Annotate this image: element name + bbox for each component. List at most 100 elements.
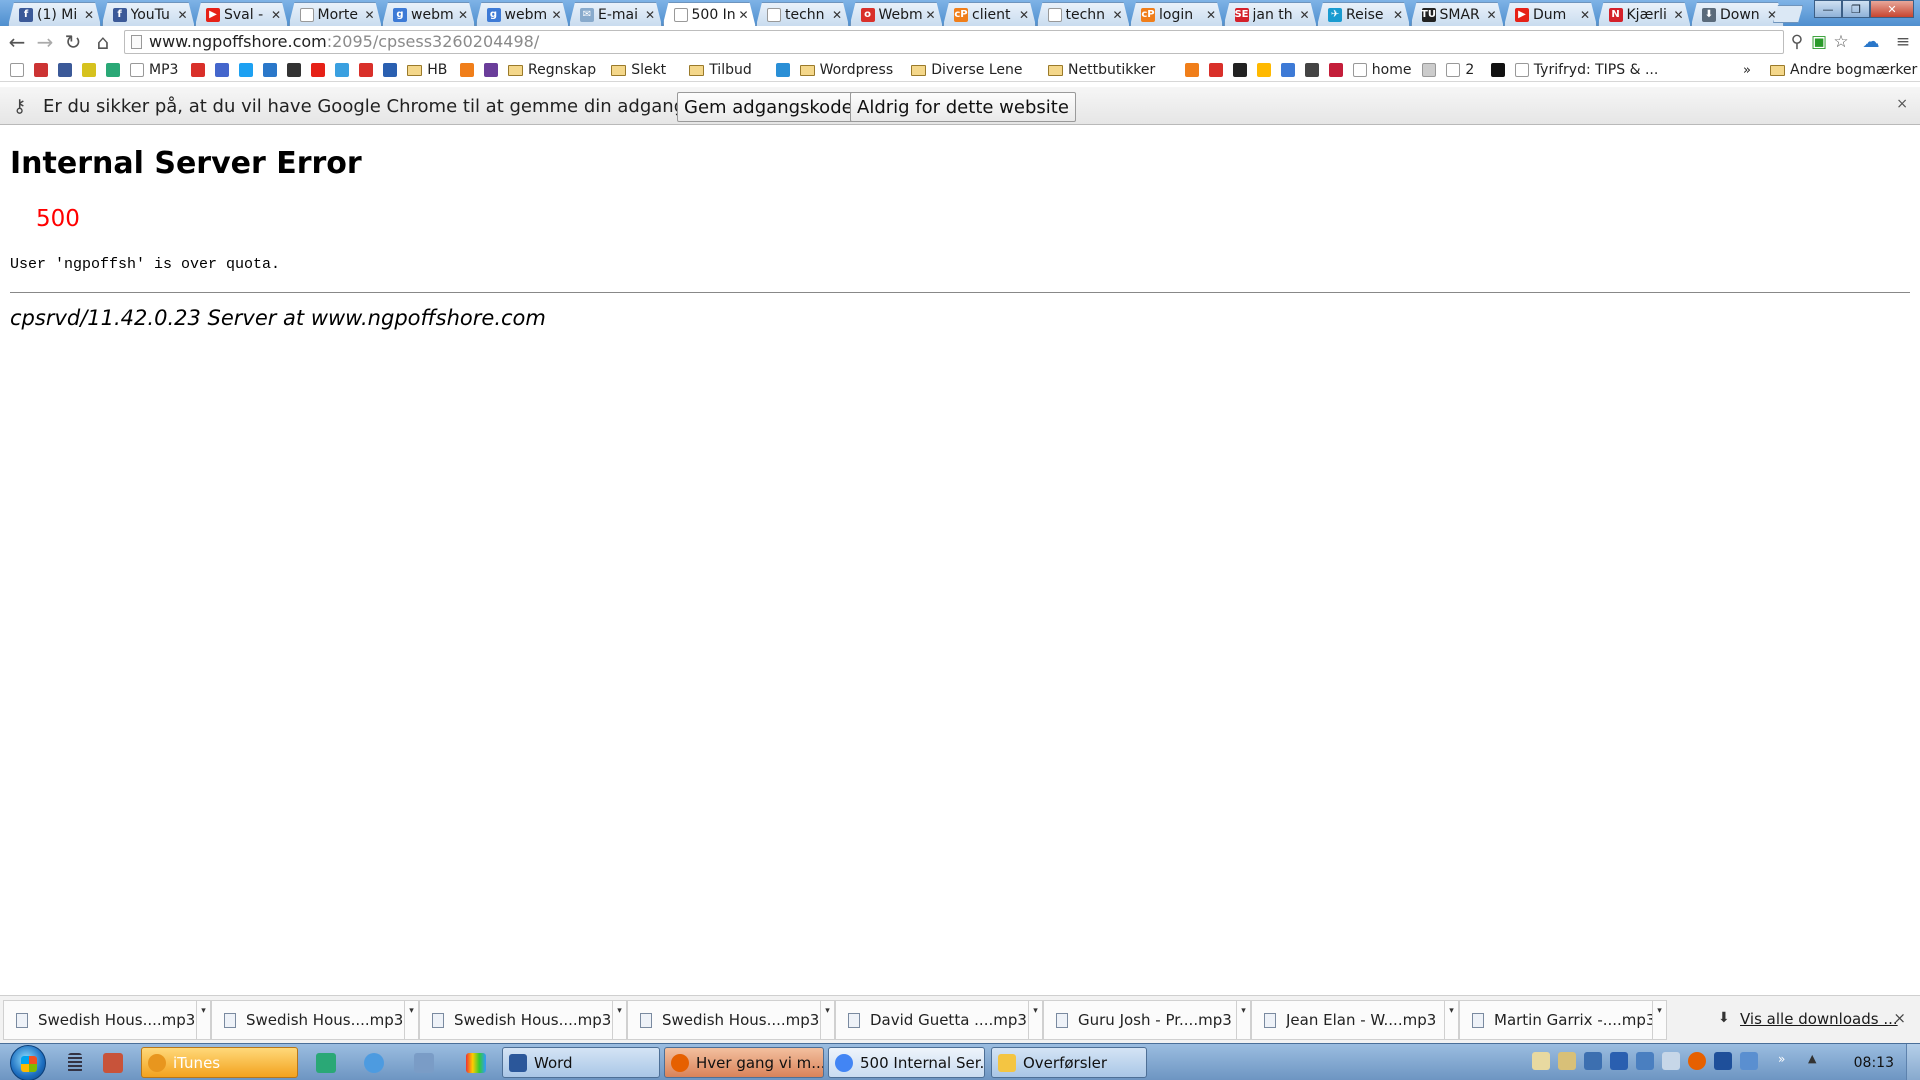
bookmark-item[interactable]: home bbox=[1352, 61, 1412, 79]
taskbar-button-firefox[interactable]: Hver gang vi m... bbox=[664, 1047, 824, 1078]
download-menu-chevron-icon[interactable]: ▾ bbox=[196, 1000, 210, 1040]
bookmark-icon-item[interactable] bbox=[335, 61, 354, 79]
download-item[interactable]: Swedish Hous....mp3 ▾ bbox=[627, 1000, 835, 1040]
tab-close-icon[interactable]: ✕ bbox=[1206, 8, 1216, 22]
tab[interactable]: N Kjærli ✕ bbox=[1598, 2, 1691, 26]
tab[interactable]: ▶ Sval - ✕ bbox=[195, 2, 288, 26]
taskbar-button-word[interactable]: Word bbox=[502, 1047, 660, 1078]
taskbar-button-chrome[interactable]: 500 Internal Ser... bbox=[828, 1047, 985, 1078]
bookmark-icon-item[interactable] bbox=[215, 61, 234, 79]
tray-overflow-icon[interactable]: » bbox=[1778, 1052, 1796, 1070]
tab-close-icon[interactable]: ✕ bbox=[551, 8, 561, 22]
bookmark-icon-item[interactable] bbox=[1304, 61, 1324, 79]
download-item[interactable]: Guru Josh - Pr....mp3 ▾ bbox=[1043, 1000, 1251, 1040]
save-password-button[interactable]: Gem adgangskode bbox=[677, 92, 860, 122]
bookmark-item[interactable]: MP3 bbox=[130, 61, 178, 79]
tab[interactable]: g webm ✕ bbox=[476, 2, 569, 26]
bookmark-item[interactable]: HB bbox=[407, 61, 447, 79]
minimize-button[interactable]: — bbox=[1814, 0, 1842, 18]
close-window-button[interactable]: ✕ bbox=[1870, 0, 1914, 18]
download-item[interactable]: Swedish Hous....mp3 ▾ bbox=[419, 1000, 627, 1040]
tab-close-icon[interactable]: ✕ bbox=[1580, 8, 1590, 22]
tray-display-icon[interactable] bbox=[1636, 1052, 1654, 1070]
network-icon[interactable] bbox=[364, 1053, 384, 1073]
address-bar[interactable]: www.ngpoffshore.com:2095/cpsess326020449… bbox=[124, 30, 1784, 54]
taskbar-button-explorer[interactable]: Overførsler bbox=[991, 1047, 1147, 1078]
tab-close-icon[interactable]: ✕ bbox=[1486, 8, 1496, 22]
download-menu-chevron-icon[interactable]: ▾ bbox=[1444, 1000, 1458, 1040]
bookmark-item[interactable]: Regnskap bbox=[508, 61, 596, 79]
bookmark-icon-item[interactable] bbox=[484, 61, 503, 79]
tab[interactable]: SE jan th ✕ bbox=[1224, 2, 1317, 26]
tab[interactable]: techn ✕ bbox=[756, 2, 849, 26]
tray-folder-icon[interactable] bbox=[1532, 1052, 1550, 1070]
tab-close-icon[interactable]: ✕ bbox=[1393, 8, 1403, 22]
bookmark-icon-item[interactable] bbox=[106, 61, 125, 79]
bookmarks-overflow-chevron-icon[interactable]: » bbox=[1743, 61, 1751, 79]
bookmark-icon-item[interactable] bbox=[1232, 61, 1252, 79]
bookmark-icon-item[interactable] bbox=[359, 61, 378, 79]
infobar-close-icon[interactable]: × bbox=[1896, 96, 1908, 112]
extension-icon[interactable]: ▣ bbox=[1808, 31, 1830, 53]
bookmark-icon-item[interactable] bbox=[239, 61, 258, 79]
bookmark-icon-item[interactable] bbox=[58, 61, 77, 79]
new-tab-button[interactable] bbox=[1773, 5, 1803, 23]
excel-icon[interactable] bbox=[316, 1053, 336, 1073]
forward-button[interactable]: → bbox=[34, 30, 56, 54]
zoom-icon[interactable]: ⚲ bbox=[1786, 31, 1808, 53]
download-menu-chevron-icon[interactable]: ▾ bbox=[612, 1000, 626, 1040]
menu-icon[interactable]: ≡ bbox=[1892, 31, 1914, 53]
close-shelf-icon[interactable]: × bbox=[1893, 1009, 1906, 1027]
download-menu-chevron-icon[interactable]: ▾ bbox=[404, 1000, 418, 1040]
tab-close-icon[interactable]: ✕ bbox=[1673, 8, 1683, 22]
tab[interactable]: ⬇ Down ✕ bbox=[1691, 2, 1784, 26]
tab[interactable]: TU SMAR ✕ bbox=[1411, 2, 1504, 26]
tab-close-icon[interactable]: ✕ bbox=[177, 8, 187, 22]
download-item[interactable]: Swedish Hous....mp3 ▾ bbox=[3, 1000, 211, 1040]
tray-firefox-icon[interactable] bbox=[1688, 1052, 1706, 1070]
tab-close-icon[interactable]: ✕ bbox=[1112, 8, 1122, 22]
tab-close-icon[interactable]: ✕ bbox=[738, 8, 748, 22]
tray-notes-icon[interactable] bbox=[1558, 1052, 1576, 1070]
reload-button[interactable]: ↻ bbox=[62, 30, 84, 54]
bookmark-item[interactable]: Diverse Lene bbox=[911, 61, 1023, 79]
bookmark-icon-item[interactable] bbox=[10, 61, 29, 79]
bookmark-icon-item[interactable] bbox=[1490, 61, 1510, 79]
bookmark-item[interactable]: Slekt bbox=[611, 61, 666, 79]
tab-close-icon[interactable]: ✕ bbox=[271, 8, 281, 22]
bookmark-icon-item[interactable] bbox=[1208, 61, 1228, 79]
bookmark-icon-item[interactable] bbox=[383, 61, 402, 79]
bookmark-icon-item[interactable] bbox=[263, 61, 282, 79]
tab-close-icon[interactable]: ✕ bbox=[84, 8, 94, 22]
cloud-extension-icon[interactable]: ☁ bbox=[1860, 31, 1882, 53]
quick-launch-app-icon[interactable] bbox=[103, 1053, 123, 1073]
download-menu-chevron-icon[interactable]: ▾ bbox=[1236, 1000, 1250, 1040]
bookmark-icon-item[interactable] bbox=[1328, 61, 1348, 79]
tab-close-icon[interactable]: ✕ bbox=[364, 8, 374, 22]
download-menu-chevron-icon[interactable]: ▾ bbox=[1028, 1000, 1042, 1040]
tab[interactable]: 500 In ✕ bbox=[663, 2, 756, 26]
tab-close-icon[interactable]: ✕ bbox=[458, 8, 468, 22]
tray-volume-icon[interactable] bbox=[1740, 1052, 1758, 1070]
bookmark-item[interactable]: Tilbud bbox=[689, 61, 752, 79]
bookmark-icon-item[interactable] bbox=[1422, 61, 1441, 79]
tab[interactable]: techn ✕ bbox=[1037, 2, 1130, 26]
maximize-button[interactable]: ❐ bbox=[1842, 0, 1870, 18]
bookmark-item[interactable]: Tyrifryd: TIPS & ... bbox=[1514, 61, 1658, 79]
bookmark-star-icon[interactable]: ☆ bbox=[1830, 31, 1852, 53]
bookmark-icon-item[interactable] bbox=[1184, 61, 1204, 79]
tray-shield-icon[interactable] bbox=[1662, 1052, 1680, 1070]
tray-network-icon[interactable] bbox=[1584, 1052, 1602, 1070]
bookmark-item[interactable]: Wordpress bbox=[799, 61, 893, 79]
tab-close-icon[interactable]: ✕ bbox=[1019, 8, 1029, 22]
bookmark-icon-item[interactable] bbox=[287, 61, 306, 79]
tab[interactable]: g webm ✕ bbox=[382, 2, 475, 26]
bookmark-item[interactable]: Nettbutikker bbox=[1048, 61, 1155, 79]
tab[interactable]: f YouTu ✕ bbox=[102, 2, 195, 26]
bookmark-icon-item[interactable] bbox=[775, 61, 795, 79]
download-item[interactable]: Swedish Hous....mp3 ▾ bbox=[211, 1000, 419, 1040]
taskbar-button-itunes[interactable]: iTunes bbox=[141, 1047, 298, 1078]
system-clock[interactable]: 08:13 bbox=[1854, 1055, 1894, 1071]
show-desktop-button[interactable] bbox=[1906, 1044, 1920, 1080]
download-item[interactable]: David Guetta ....mp3 ▾ bbox=[835, 1000, 1043, 1040]
